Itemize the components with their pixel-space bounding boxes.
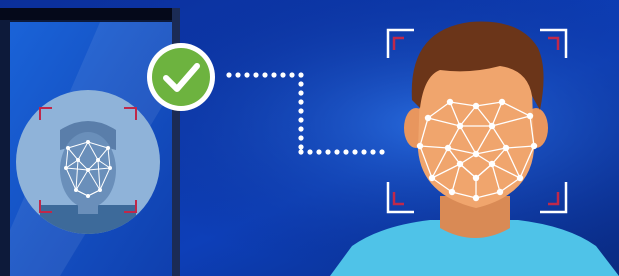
face-recognition-illustration — [0, 0, 619, 276]
illustration-canvas — [0, 0, 619, 276]
checkmark-circle-icon — [147, 43, 215, 111]
phone — [0, 8, 180, 276]
